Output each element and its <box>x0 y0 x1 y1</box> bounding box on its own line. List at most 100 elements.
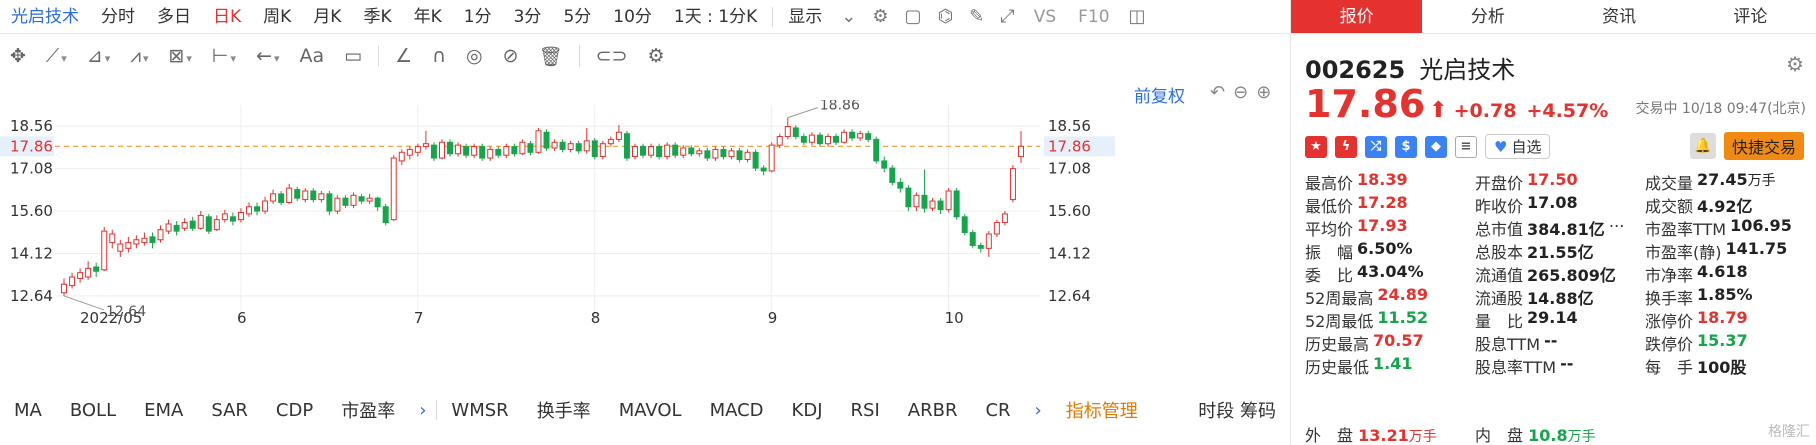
price-change: +0.78 <box>1453 100 1517 122</box>
time-chip-toggle[interactable]: 时段 筹码 <box>1184 397 1290 423</box>
trash-icon[interactable]: 🗑 <box>529 45 573 68</box>
compare-button[interactable]: VS <box>1023 0 1067 34</box>
period-tab[interactable]: 月K <box>302 0 352 34</box>
quote-cell: 换手率 1.85% <box>1645 285 1810 309</box>
price-tick-right: 15.60 <box>1048 202 1091 220</box>
sidebar-toggle-icon[interactable]: ◫ <box>1121 0 1154 34</box>
bell-icon[interactable]: 🔔 <box>1689 133 1716 159</box>
indicator-0[interactable]: MA <box>0 400 56 421</box>
candle <box>350 194 357 206</box>
indicator-1[interactable]: BOLL <box>56 400 130 421</box>
period-tab[interactable]: 1分 <box>453 0 503 34</box>
shuffle-icon[interactable]: ⤮ <box>1365 135 1387 158</box>
indicator-3[interactable]: SAR <box>197 400 262 421</box>
chevron-right-icon[interactable]: › <box>1025 400 1052 421</box>
chevron-right-icon[interactable]: › <box>409 400 436 421</box>
fib-tool-icon[interactable]: ⊠ ▾ <box>158 45 201 67</box>
eye-icon[interactable]: ◎ <box>456 45 493 67</box>
candle <box>471 146 478 156</box>
period-tab[interactable]: 10分 <box>602 0 663 34</box>
period-tab[interactable]: 1天 : 1分K <box>663 0 768 34</box>
indicator-sub-3[interactable]: MACD <box>696 400 778 421</box>
channel-tool-icon[interactable]: ⊿ ▾ <box>77 45 120 67</box>
stock-name-link[interactable]: 光启技术 <box>0 0 90 34</box>
f10-button[interactable]: F10 <box>1067 0 1120 34</box>
period-tab[interactable]: 日K <box>202 0 252 34</box>
display-menu[interactable]: 显示 <box>777 0 833 34</box>
candle <box>623 133 630 159</box>
arrow-tool-icon[interactable]: ← ▾ <box>246 45 289 67</box>
note-icon[interactable]: ≡ <box>1455 135 1477 158</box>
comment-tool-icon[interactable]: ▭ <box>334 45 372 67</box>
indicator-sub-6[interactable]: ARBR <box>894 400 972 421</box>
candle <box>897 181 904 189</box>
fullscreen-icon[interactable]: ⤢ <box>992 0 1022 34</box>
magnet-icon[interactable]: ∩ <box>422 45 456 67</box>
candle <box>640 146 647 156</box>
candle <box>93 266 100 272</box>
heart-icon: ♥ <box>1494 137 1508 156</box>
window-icon[interactable]: ▢ <box>896 0 929 34</box>
camera-icon[interactable]: ⌬ <box>929 0 961 34</box>
quote-tab[interactable]: 资讯 <box>1554 0 1685 33</box>
measure-tool-icon[interactable]: ⊢ ▾ <box>202 45 246 67</box>
quote-label: 昨收价 <box>1475 196 1524 216</box>
move-icon[interactable]: ✥ <box>0 45 36 67</box>
indicator-sub-1[interactable]: 换手率 <box>523 397 605 423</box>
settings-icon[interactable]: ⚙ <box>638 45 675 67</box>
indicator-2[interactable]: EMA <box>130 400 197 421</box>
quote-tab[interactable]: 分析 <box>1422 0 1553 33</box>
pen-icon[interactable]: ✎ <box>961 0 992 34</box>
period-tab[interactable]: 多日 <box>146 0 202 34</box>
candle <box>535 130 542 153</box>
quote-value-text: 17.50 <box>1527 169 1578 189</box>
indicator-sub-5[interactable]: RSI <box>837 400 894 421</box>
candle <box>101 230 108 271</box>
link-icon[interactable]: ⊂⊃ <box>586 45 638 67</box>
dollar-icon[interactable]: $ <box>1395 135 1417 158</box>
quote-label: 平均价 <box>1305 219 1354 239</box>
candle <box>511 146 518 155</box>
indicator-4[interactable]: CDP <box>262 400 327 421</box>
indicator-sub-7[interactable]: CR <box>971 400 1024 421</box>
more-icon[interactable]: ⋯ <box>1609 216 1625 240</box>
quote-row: 52周最低 11.52 量 比 29.14 涨停价 18.79 <box>1305 308 1810 331</box>
quote-tabs: 报价 分析 资讯 评论 <box>1291 0 1816 34</box>
line-tool-icon[interactable]: ⟋ ▾ <box>36 45 77 67</box>
indicator-sub-4[interactable]: KDJ <box>778 400 837 421</box>
period-tab[interactable]: 季K <box>352 0 402 34</box>
period-tab[interactable]: 分时 <box>90 0 146 34</box>
quote-tab[interactable]: 评论 <box>1685 0 1816 33</box>
add-watchlist-button[interactable]: ♥ 自选 <box>1485 134 1551 159</box>
indicator-manage-button[interactable]: 指标管理 <box>1052 397 1152 423</box>
quote-tab[interactable]: 报价 <box>1291 0 1423 33</box>
indicator-sub-0[interactable]: WMSR <box>437 400 522 421</box>
quick-trade-button[interactable]: 快捷交易 <box>1723 132 1804 160</box>
zoom-out-icon[interactable]: ⊖ <box>1233 82 1248 103</box>
tag-icon[interactable]: ◆ <box>1425 135 1447 158</box>
period-tab[interactable]: 周K <box>252 0 302 34</box>
indicator-sub-2[interactable]: MAVOL <box>605 400 696 421</box>
undo-icon[interactable]: ↶ <box>1210 82 1225 103</box>
period-tab[interactable]: 5分 <box>552 0 602 34</box>
wave-tool-icon[interactable]: ⩘ ▾ <box>120 45 158 67</box>
indicator-5[interactable]: 市盈率 <box>327 397 409 423</box>
outer-volume: 外 盘 13.21万手 <box>1305 426 1437 445</box>
quote-cell: 每 手 100股 <box>1645 354 1810 378</box>
chevron-down-icon[interactable]: ⌄ <box>833 0 864 34</box>
adjust-mode-button[interactable]: 前复权 <box>1134 82 1185 107</box>
limit-icon[interactable]: ϟ <box>1335 135 1357 158</box>
ruler-icon[interactable]: ∠ <box>385 45 422 67</box>
month-label: 6 <box>237 309 247 327</box>
gear-icon[interactable]: ⚙ <box>1786 52 1804 76</box>
text-tool-icon[interactable]: Aa <box>289 45 334 67</box>
quote-value: 43.04% <box>1357 262 1424 286</box>
zoom-in-icon[interactable]: ⊕ <box>1256 82 1271 103</box>
candlestick-chart[interactable]: 18.56 18.56 17.08 17.08 15.60 15.60 14.12 14.12… <box>0 100 1115 390</box>
period-tab[interactable]: 3分 <box>503 0 553 34</box>
candle <box>881 160 888 169</box>
gear-icon[interactable]: ⚙ <box>864 0 896 34</box>
candle <box>543 131 550 149</box>
period-tab[interactable]: 年K <box>403 0 453 34</box>
hide-icon[interactable]: ⊘ <box>493 45 529 67</box>
